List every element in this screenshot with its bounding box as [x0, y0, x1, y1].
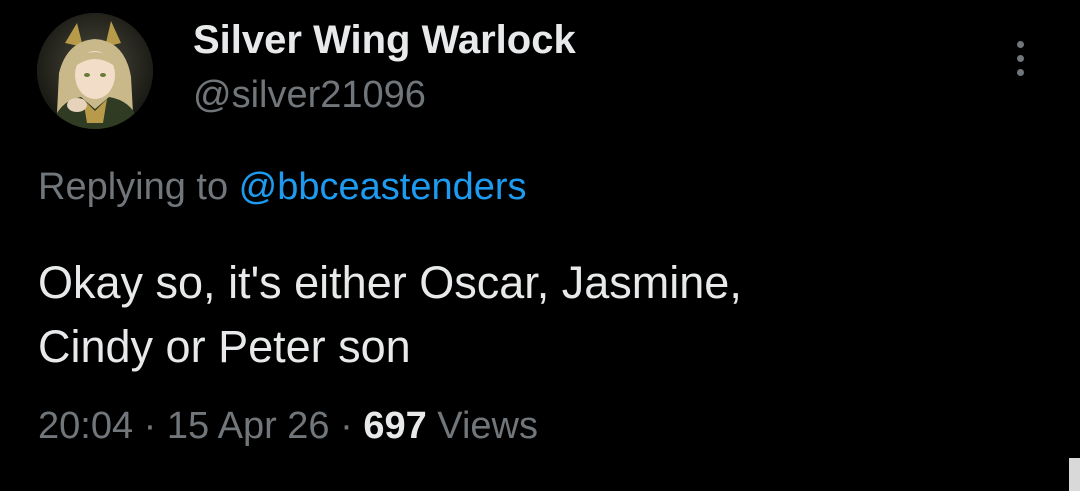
- user-handle[interactable]: @silver21096: [193, 72, 426, 118]
- tweet-card: Silver Wing Warlock @silver21096 Replyin…: [0, 0, 1080, 491]
- more-vertical-icon[interactable]: [1008, 38, 1034, 80]
- views-count[interactable]: 697: [363, 405, 426, 447]
- user-avatar[interactable]: [37, 13, 153, 129]
- scrollbar-thumb[interactable]: [1069, 458, 1080, 491]
- menu-dot: [1017, 69, 1024, 76]
- meta-separator: ·: [329, 405, 364, 447]
- tweet-date[interactable]: 15 Apr 26: [167, 405, 330, 447]
- user-display-name[interactable]: Silver Wing Warlock: [193, 16, 576, 64]
- menu-dot: [1017, 41, 1024, 48]
- menu-dot: [1017, 55, 1024, 62]
- tweet-meta: 20:04 · 15 Apr 26 · 697 Views: [38, 403, 538, 449]
- meta-separator: ·: [133, 405, 167, 447]
- avatar-image: [37, 13, 153, 129]
- views-label[interactable]: Views: [427, 405, 538, 447]
- reply-mention-link[interactable]: @bbceastenders: [239, 166, 527, 208]
- reply-context: Replying to @bbceastenders: [38, 164, 527, 210]
- reply-prefix: Replying to: [38, 166, 239, 208]
- tweet-time[interactable]: 20:04: [38, 405, 133, 447]
- tweet-text: Okay so, it's either Oscar, Jasmine, Cin…: [38, 257, 742, 372]
